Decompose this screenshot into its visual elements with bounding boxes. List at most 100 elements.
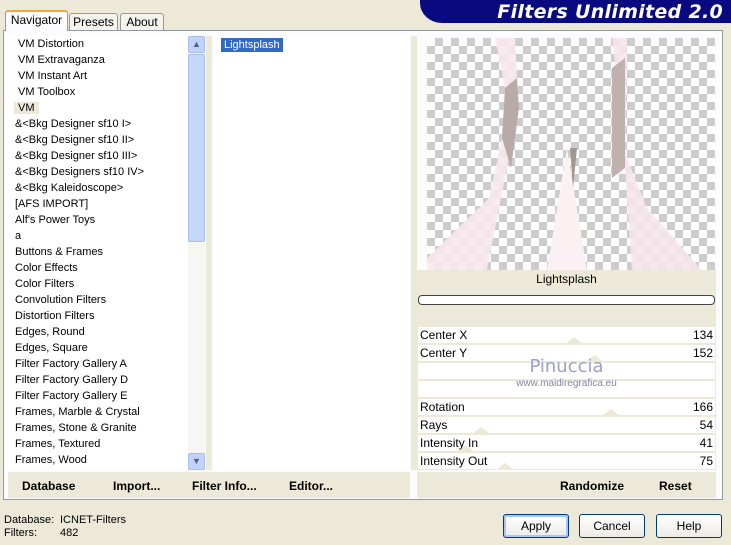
category-item-label: Color Effects <box>15 262 78 274</box>
category-item-label: a <box>15 230 22 242</box>
category-item[interactable]: VM <box>8 100 190 116</box>
slider-value: 41 <box>699 436 713 450</box>
category-item[interactable]: Frames, Marble & Crystal <box>8 404 190 420</box>
watermark-name: Pinuccia <box>529 356 604 377</box>
category-item-label: Frames, Marble & Crystal <box>15 406 140 418</box>
category-item[interactable]: Color Effects <box>8 260 190 276</box>
slider-value: 166 <box>692 400 713 414</box>
category-item-label: Filter Factory Gallery E <box>15 390 128 402</box>
category-item[interactable]: Convolution Filters <box>8 292 190 308</box>
category-item[interactable]: Filter Factory Gallery A <box>8 356 190 372</box>
reset-button[interactable]: Reset <box>659 479 692 493</box>
category-item[interactable]: VM Instant Art <box>8 68 190 84</box>
category-item-label: VM Extravaganza <box>18 54 105 66</box>
randomize-button[interactable]: Randomize <box>560 479 624 493</box>
category-item[interactable]: Edges, Square <box>8 340 190 356</box>
category-item-label: Frames, Wood <box>15 454 87 466</box>
watermark-url: www.maidiregrafica.eu <box>516 378 617 389</box>
category-item-label: Frames, Stone & Granite <box>15 422 137 434</box>
category-item[interactable]: Buttons & Frames <box>8 244 190 260</box>
filter-info-button[interactable]: Filter Info... <box>192 479 257 493</box>
filter-title: Lightsplash <box>536 272 597 286</box>
status-filters-value: 482 <box>60 527 79 539</box>
slider-value: 54 <box>699 418 713 432</box>
category-item[interactable]: Frames, Stone & Granite <box>8 420 190 436</box>
filter-item-selected[interactable]: Lightsplash <box>221 38 283 52</box>
filter-preview <box>427 38 715 270</box>
category-item-label: Color Filters <box>15 278 75 290</box>
progress-bar <box>418 295 715 305</box>
slider-intensity-in[interactable]: Intensity In 41 <box>418 435 715 452</box>
divider <box>206 36 212 470</box>
slider-value: 75 <box>699 454 713 468</box>
category-item-label: VM Distortion <box>18 38 85 50</box>
category-item[interactable]: &<Bkg Designer sf10 III> <box>8 148 190 164</box>
category-item[interactable]: &<Bkg Kaleidoscope> <box>8 180 190 196</box>
slider-label: Rotation <box>420 400 465 414</box>
slider-value: 134 <box>692 328 713 342</box>
slider-thumb[interactable] <box>602 409 621 416</box>
category-item-label: &<Bkg Designer sf10 III> <box>15 150 138 162</box>
app-banner: Filters Unlimited 2.0 <box>420 0 731 23</box>
category-item-label: &<Bkg Designer sf10 II> <box>15 134 135 146</box>
category-item-label: Frames, Textured <box>15 438 101 450</box>
category-item[interactable]: VM Toolbox <box>8 84 190 100</box>
category-item-label: Edges, Square <box>15 342 88 354</box>
slider-intensity-out[interactable]: Intensity Out 75 <box>418 453 715 470</box>
category-item-label: &<Bkg Kaleidoscope> <box>15 182 124 194</box>
category-item[interactable]: &<Bkg Designer sf10 I> <box>8 116 190 132</box>
slider-label: Intensity Out <box>420 454 488 468</box>
category-item[interactable]: Alf's Power Toys <box>8 212 190 228</box>
tab-presets[interactable]: Presets <box>69 13 118 31</box>
slider-center-x[interactable]: Center X 134 <box>418 327 715 344</box>
slider-thumb[interactable] <box>496 463 515 470</box>
category-item[interactable]: Color Filters <box>8 276 190 292</box>
tab-navigator[interactable]: Navigator <box>5 10 68 31</box>
category-item[interactable]: a <box>8 228 190 244</box>
editor-button[interactable]: Editor... <box>289 479 333 493</box>
slider-thumb[interactable] <box>565 337 584 344</box>
status-database-label: Database: <box>4 514 55 526</box>
category-item[interactable]: [AFS IMPORT] <box>8 196 190 212</box>
category-item-label: Convolution Filters <box>15 294 107 306</box>
status-filters-label: Filters: <box>4 527 37 539</box>
category-item[interactable]: &<Bkg Designers sf10 IV> <box>8 164 190 180</box>
scroll-down-icon[interactable]: ▼ <box>188 453 205 470</box>
status-database-value: ICNET-Filters <box>60 514 126 526</box>
category-item-label: &<Bkg Designers sf10 IV> <box>15 166 145 178</box>
category-item-label: [AFS IMPORT] <box>15 198 89 210</box>
category-item-label: Filter Factory Gallery A <box>15 358 127 370</box>
category-item-label: Distortion Filters <box>15 310 95 322</box>
category-item-label: &<Bkg Designer sf10 I> <box>15 118 132 130</box>
category-item-label: Alf's Power Toys <box>15 214 96 226</box>
slider-rotation[interactable]: Rotation 166 <box>418 399 715 416</box>
category-item-label: VM Toolbox <box>18 86 76 98</box>
category-item-label: Buttons & Frames <box>15 246 104 258</box>
category-list[interactable]: VM Distortion VM Extravaganza VM Instant A… <box>8 36 190 470</box>
slider-rays[interactable]: Rays 54 <box>418 417 715 434</box>
slider-label: Center X <box>420 328 468 342</box>
cancel-button[interactable]: Cancel <box>579 514 645 538</box>
slider-thumb[interactable] <box>456 445 475 452</box>
apply-button[interactable]: Apply <box>503 514 569 538</box>
help-button[interactable]: Help <box>656 514 722 538</box>
category-item[interactable]: Frames, Textured <box>8 436 190 452</box>
category-item[interactable]: Frames, Wood <box>8 452 190 468</box>
scrollbar-thumb[interactable] <box>188 54 205 242</box>
category-item[interactable]: Filter Factory Gallery D <box>8 372 190 388</box>
category-item-label: Edges, Round <box>15 326 85 338</box>
category-item[interactable]: VM Extravaganza <box>8 52 190 68</box>
category-item[interactable]: VM Distortion <box>8 36 190 52</box>
filter-list[interactable]: Lightsplash <box>215 36 410 470</box>
category-item[interactable]: Filter Factory Gallery E <box>8 388 190 404</box>
import-button[interactable]: Import... <box>113 479 160 493</box>
category-item[interactable]: Distortion Filters <box>8 308 190 324</box>
category-item-label: Filter Factory Gallery D <box>15 374 129 386</box>
scroll-up-icon[interactable]: ▲ <box>188 36 205 53</box>
category-item[interactable]: Edges, Round <box>8 324 190 340</box>
tab-about[interactable]: About <box>120 13 164 31</box>
slider-thumb[interactable] <box>471 427 490 434</box>
category-item-label: VM Instant Art <box>18 70 88 82</box>
database-button[interactable]: Database <box>22 479 75 493</box>
category-item[interactable]: &<Bkg Designer sf10 II> <box>8 132 190 148</box>
